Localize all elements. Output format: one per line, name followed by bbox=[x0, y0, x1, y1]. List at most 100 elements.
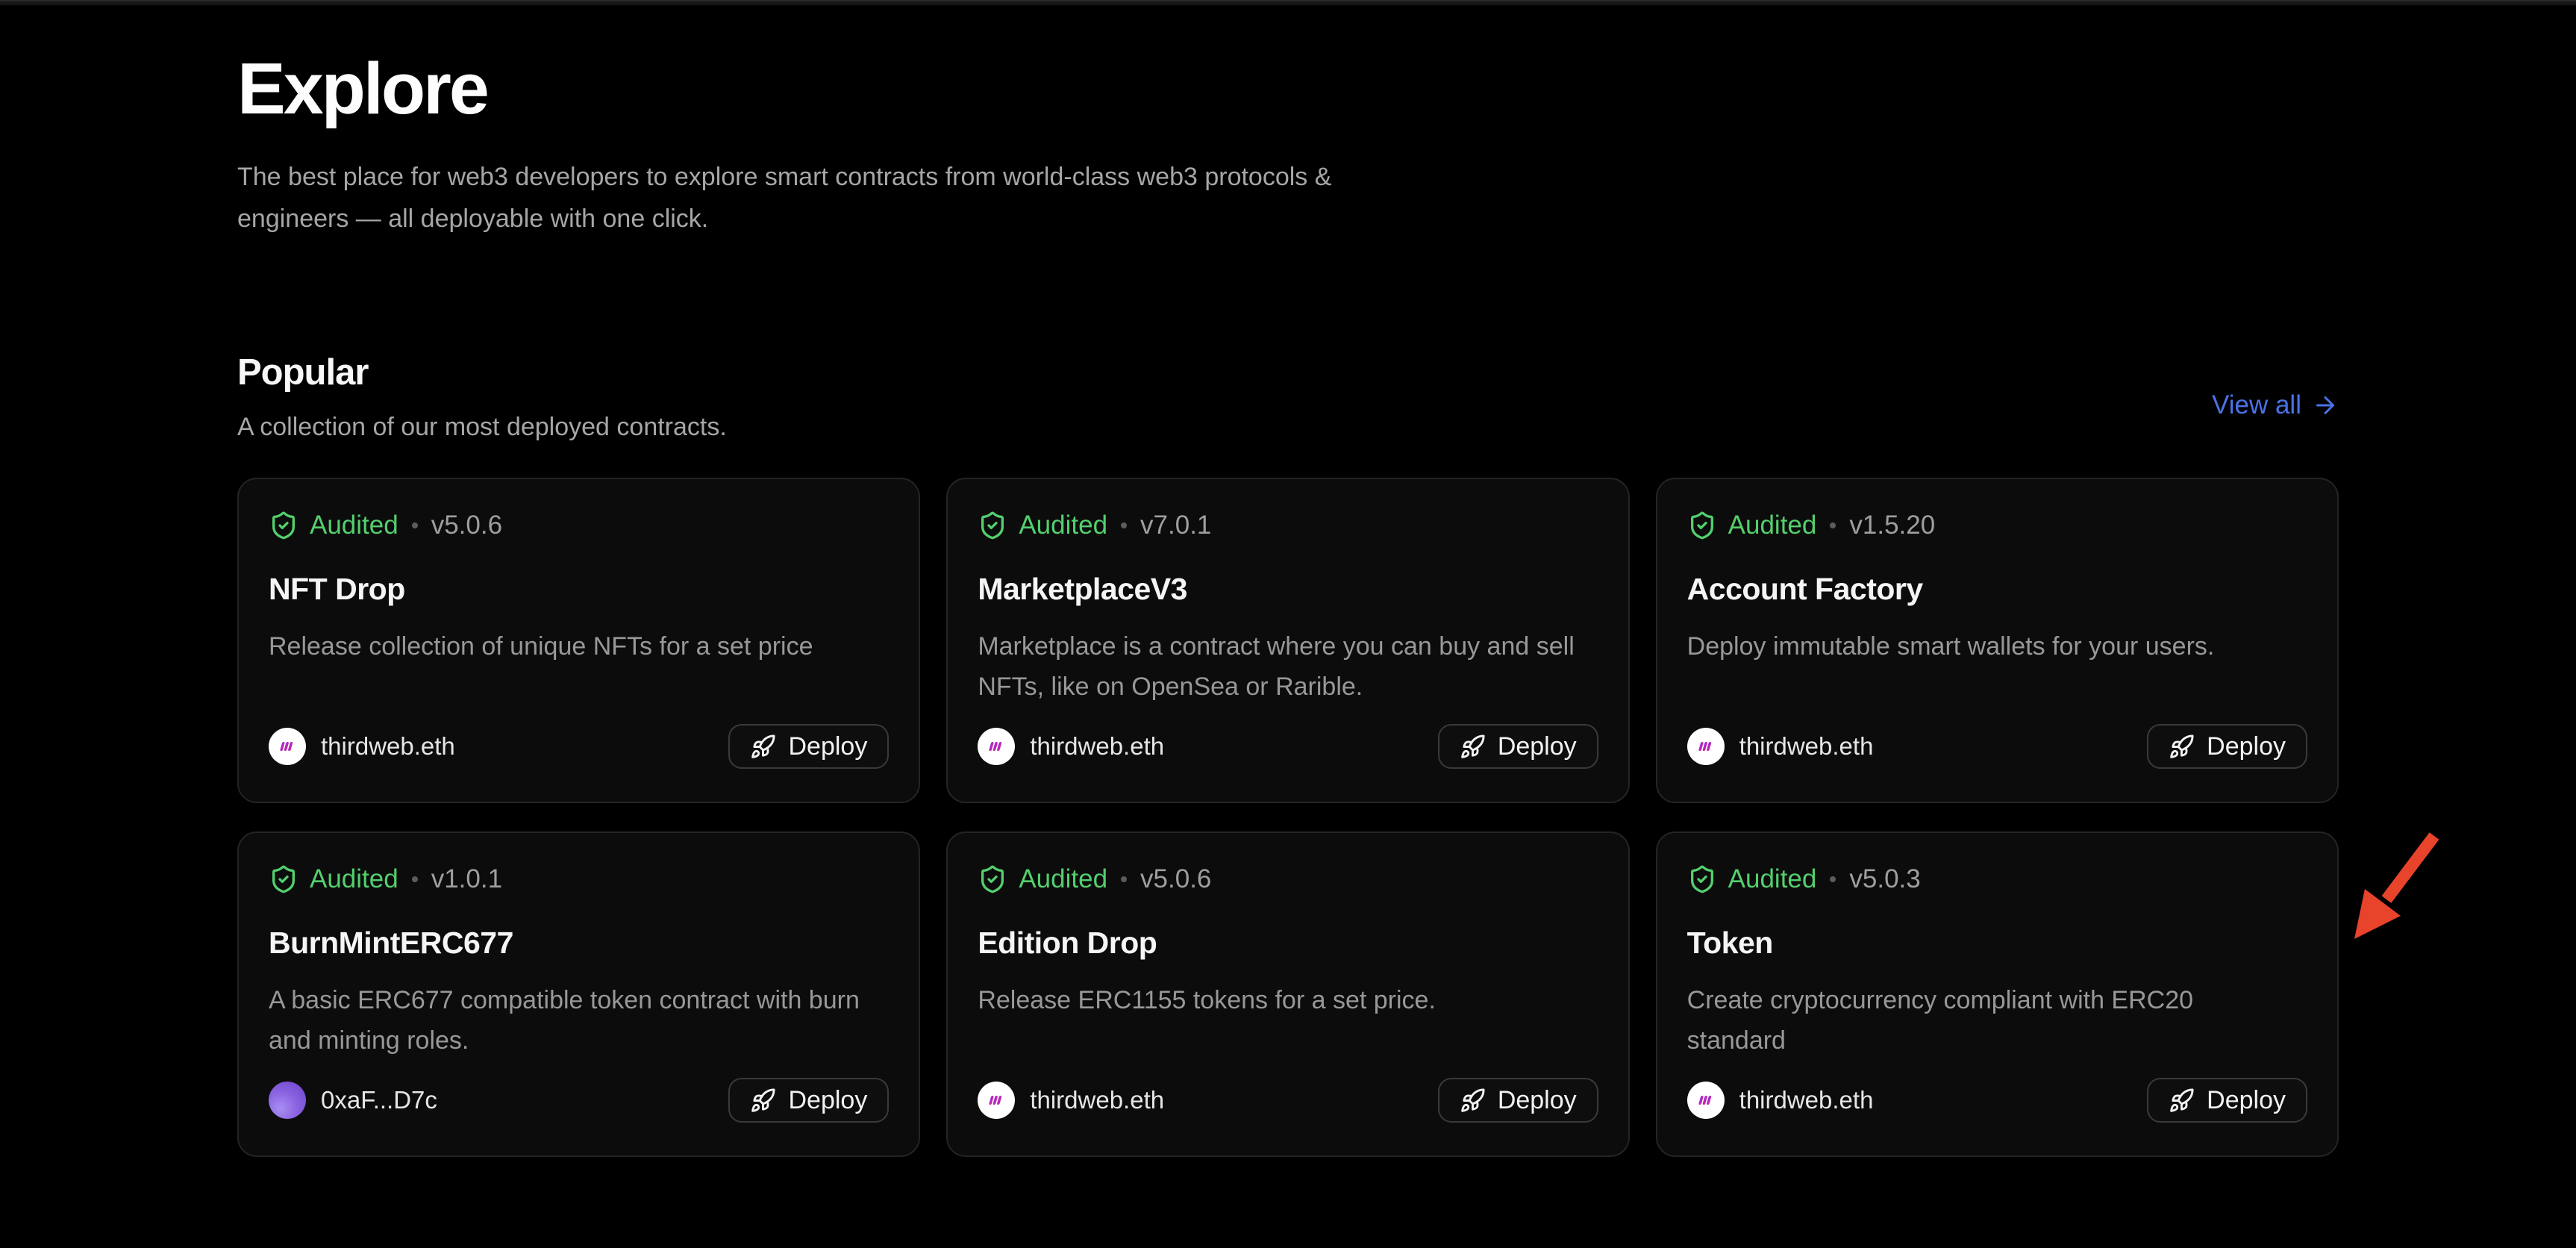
rocket-icon bbox=[1460, 1088, 1486, 1114]
dot-separator bbox=[1121, 876, 1127, 882]
audited-label: Audited bbox=[310, 511, 398, 540]
publisher-name: thirdweb.eth bbox=[1739, 1086, 1874, 1114]
contract-name: Account Factory bbox=[1687, 572, 2307, 607]
audited-badge: Audited bbox=[1687, 511, 1817, 540]
explore-page: Explore The best place for web3 develope… bbox=[0, 47, 2576, 1157]
thirdweb-logo-icon bbox=[984, 1088, 1008, 1112]
dot-separator bbox=[412, 876, 418, 882]
thirdweb-logo-icon bbox=[275, 734, 299, 758]
popular-section: Popular A collection of our most deploye… bbox=[237, 352, 2339, 1157]
thirdweb-logo-icon bbox=[1694, 734, 1718, 758]
deploy-label: Deploy bbox=[788, 732, 867, 761]
version-label: v7.0.1 bbox=[1140, 511, 1211, 540]
contract-description: Release collection of unique NFTs for a … bbox=[269, 626, 889, 667]
publisher[interactable]: 0xaF...D7c bbox=[269, 1082, 437, 1119]
deploy-button[interactable]: Deploy bbox=[1438, 724, 1598, 769]
thirdweb-avatar bbox=[269, 728, 306, 765]
contract-name: Token bbox=[1687, 926, 2307, 961]
thirdweb-logo-icon bbox=[1694, 1088, 1718, 1112]
contract-name: Edition Drop bbox=[978, 926, 1598, 961]
version-label: v1.5.20 bbox=[1849, 511, 1935, 540]
page-subtitle: The best place for web3 developers to ex… bbox=[237, 156, 1379, 240]
contract-description: Marketplace is a contract where you can … bbox=[978, 626, 1598, 707]
address-avatar bbox=[269, 1082, 306, 1119]
audited-label: Audited bbox=[1019, 511, 1107, 540]
shield-check-icon bbox=[978, 864, 1007, 894]
shield-check-icon bbox=[269, 511, 298, 540]
rocket-icon bbox=[750, 1088, 776, 1114]
contract-card-token[interactable]: Audited v5.0.3 Token Create cryptocurren… bbox=[1656, 832, 2339, 1157]
audited-label: Audited bbox=[1728, 864, 1817, 894]
publisher-name: 0xaF...D7c bbox=[321, 1086, 437, 1114]
deploy-button[interactable]: Deploy bbox=[728, 724, 889, 769]
thirdweb-avatar bbox=[978, 728, 1015, 765]
shield-check-icon bbox=[1687, 511, 1717, 540]
badge-row: Audited v1.5.20 bbox=[1687, 511, 2307, 540]
page-title: Explore bbox=[237, 47, 2339, 131]
deploy-label: Deploy bbox=[788, 1086, 867, 1115]
shield-check-icon bbox=[1687, 864, 1717, 894]
rocket-icon bbox=[1460, 734, 1486, 760]
thirdweb-logo-icon bbox=[984, 734, 1008, 758]
badge-row: Audited v5.0.6 bbox=[978, 864, 1598, 894]
top-nav-edge bbox=[0, 0, 2576, 5]
deploy-button[interactable]: Deploy bbox=[2147, 724, 2307, 769]
publisher[interactable]: thirdweb.eth bbox=[269, 728, 455, 765]
dot-separator bbox=[1830, 876, 1836, 882]
badge-row: Audited v1.0.1 bbox=[269, 864, 889, 894]
publisher-name: thirdweb.eth bbox=[1739, 732, 1874, 761]
audited-badge: Audited bbox=[978, 511, 1107, 540]
deploy-button[interactable]: Deploy bbox=[1438, 1078, 1598, 1123]
version-label: v5.0.6 bbox=[1140, 864, 1211, 894]
publisher-name: thirdweb.eth bbox=[321, 732, 455, 761]
audited-label: Audited bbox=[1019, 864, 1107, 894]
deploy-label: Deploy bbox=[2207, 1086, 2286, 1115]
contract-description: Deploy immutable smart wallets for your … bbox=[1687, 626, 2307, 667]
contract-card-account-factory[interactable]: Audited v1.5.20 Account Factory Deploy i… bbox=[1656, 478, 2339, 803]
contract-card-nft-drop[interactable]: Audited v5.0.6 NFT Drop Release collecti… bbox=[237, 478, 920, 803]
contract-name: NFT Drop bbox=[269, 572, 889, 607]
version-label: v1.0.1 bbox=[431, 864, 502, 894]
contract-description: A basic ERC677 compatible token contract… bbox=[269, 980, 889, 1061]
thirdweb-avatar bbox=[1687, 1082, 1725, 1119]
audited-label: Audited bbox=[310, 864, 398, 894]
view-all-link[interactable]: View all bbox=[2212, 390, 2339, 420]
badge-row: Audited v5.0.3 bbox=[1687, 864, 2307, 894]
dot-separator bbox=[1121, 522, 1127, 528]
deploy-label: Deploy bbox=[2207, 732, 2286, 761]
publisher-name: thirdweb.eth bbox=[1030, 1086, 1164, 1114]
dot-separator bbox=[412, 522, 418, 528]
badge-row: Audited v5.0.6 bbox=[269, 511, 889, 540]
deploy-label: Deploy bbox=[1498, 1086, 1577, 1115]
publisher[interactable]: thirdweb.eth bbox=[1687, 1082, 1874, 1119]
dot-separator bbox=[1830, 522, 1836, 528]
audited-badge: Audited bbox=[269, 864, 398, 894]
publisher[interactable]: thirdweb.eth bbox=[1687, 728, 1874, 765]
popular-heading: Popular bbox=[237, 352, 2339, 393]
contract-card-edition-drop[interactable]: Audited v5.0.6 Edition Drop Release ERC1… bbox=[946, 832, 1629, 1157]
publisher-name: thirdweb.eth bbox=[1030, 732, 1164, 761]
contract-description: Create cryptocurrency compliant with ERC… bbox=[1687, 980, 2307, 1061]
contract-card-burnminterc677[interactable]: Audited v1.0.1 BurnMintERC677 A basic ER… bbox=[237, 832, 920, 1157]
publisher[interactable]: thirdweb.eth bbox=[978, 1082, 1164, 1119]
card-footer: thirdweb.eth Deploy bbox=[978, 1078, 1598, 1123]
deploy-label: Deploy bbox=[1498, 732, 1577, 761]
view-all-label: View all bbox=[2212, 390, 2301, 420]
card-footer: thirdweb.eth Deploy bbox=[978, 724, 1598, 769]
arrow-right-icon bbox=[2312, 392, 2339, 419]
rocket-icon bbox=[2169, 734, 2195, 760]
contract-name: BurnMintERC677 bbox=[269, 926, 889, 961]
publisher[interactable]: thirdweb.eth bbox=[978, 728, 1164, 765]
audited-badge: Audited bbox=[269, 511, 398, 540]
version-label: v5.0.6 bbox=[431, 511, 502, 540]
contracts-grid: Audited v5.0.6 NFT Drop Release collecti… bbox=[237, 478, 2339, 1157]
deploy-button[interactable]: Deploy bbox=[728, 1078, 889, 1123]
audited-badge: Audited bbox=[1687, 864, 1817, 894]
popular-section-header: Popular A collection of our most deploye… bbox=[237, 352, 2339, 442]
card-footer: thirdweb.eth Deploy bbox=[269, 724, 889, 769]
shield-check-icon bbox=[269, 864, 298, 894]
contract-card-marketplacev3[interactable]: Audited v7.0.1 MarketplaceV3 Marketplace… bbox=[946, 478, 1629, 803]
deploy-button[interactable]: Deploy bbox=[2147, 1078, 2307, 1123]
popular-subheading: A collection of our most deployed contra… bbox=[237, 413, 2339, 442]
audited-badge: Audited bbox=[978, 864, 1107, 894]
